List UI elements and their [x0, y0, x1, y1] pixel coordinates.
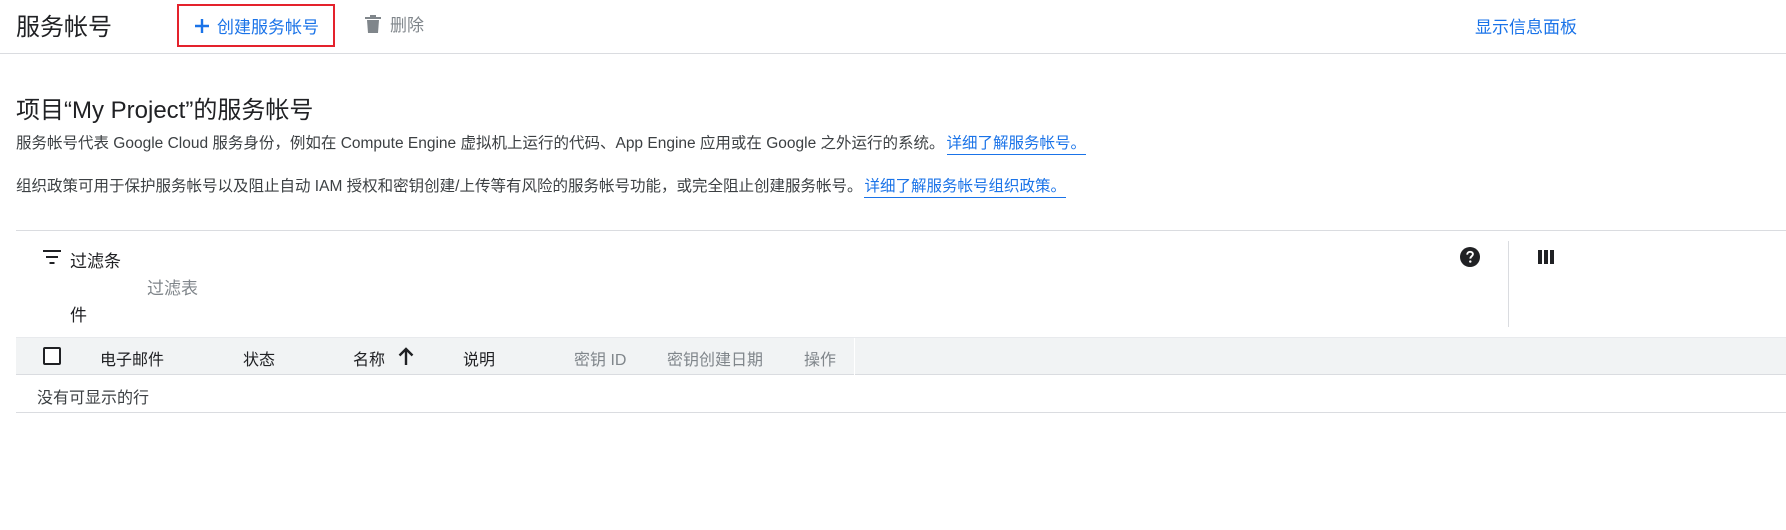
- filter-label-continued: 件: [70, 306, 87, 325]
- filter-input[interactable]: 过滤表: [147, 274, 198, 299]
- column-separator: [854, 338, 855, 375]
- column-header-status[interactable]: 状态: [243, 346, 275, 370]
- show-info-panel-link[interactable]: 显示信息面板: [1475, 13, 1577, 38]
- trash-icon: [365, 14, 381, 33]
- select-all-checkbox[interactable]: [43, 347, 61, 365]
- create-service-account-button[interactable]: 创建服务帐号: [177, 4, 335, 47]
- plus-icon: [195, 18, 209, 33]
- description-paragraph-1: 服务帐号代表 Google Cloud 服务身份，例如在 Compute Eng…: [16, 131, 1087, 155]
- column-header-name[interactable]: 名称: [353, 346, 385, 370]
- page-title: 服务帐号: [16, 14, 112, 41]
- column-header-email[interactable]: 电子邮件: [100, 346, 164, 370]
- empty-table-message: 没有可显示的行: [37, 390, 150, 407]
- toolbar-divider: [1508, 241, 1509, 327]
- learn-more-org-policy-link[interactable]: 详细了解服务帐号组织政策。: [864, 178, 1066, 198]
- table-header-row: 电子邮件 状态 名称 说明 密钥 ID 密钥创建日期 操作: [16, 337, 1786, 375]
- columns-icon[interactable]: [1538, 249, 1554, 265]
- help-icon[interactable]: [1460, 247, 1480, 267]
- column-header-key-id: 密钥 ID: [574, 352, 627, 369]
- description-paragraph-2: 组织政策可用于保护服务帐号以及阻止自动 IAM 授权和密钥创建/上传等有风险的服…: [16, 174, 1066, 198]
- column-header-key-creation-date: 密钥创建日期: [667, 352, 764, 369]
- service-accounts-table: 过滤条 过滤表 件 电子邮件 状态 名称 说明 密钥 ID 密钥创建日期 操作 …: [16, 230, 1786, 413]
- description-text-1: 服务帐号代表 Google Cloud 服务身份，例如在 Compute Eng…: [16, 135, 945, 152]
- create-button-label: 创建服务帐号: [217, 18, 319, 37]
- filter-icon[interactable]: [43, 250, 61, 264]
- filter-label: 过滤条: [70, 252, 121, 271]
- delete-button-label: 删除: [390, 16, 424, 35]
- section-heading: 项目“My Project”的服务帐号: [16, 97, 314, 124]
- description-text-2: 组织政策可用于保护服务帐号以及阻止自动 IAM 授权和密钥创建/上传等有风险的服…: [16, 178, 863, 195]
- column-header-actions: 操作: [804, 352, 837, 369]
- learn-more-service-accounts-link[interactable]: 详细了解服务帐号。: [946, 135, 1087, 155]
- empty-table-row: 没有可显示的行: [16, 375, 1786, 413]
- top-toolbar: 服务帐号 创建服务帐号 删除 显示信息面板: [0, 0, 1786, 54]
- arrow-up-icon[interactable]: [397, 346, 415, 366]
- column-header-description[interactable]: 说明: [463, 346, 495, 370]
- delete-button[interactable]: 删除: [364, 11, 424, 36]
